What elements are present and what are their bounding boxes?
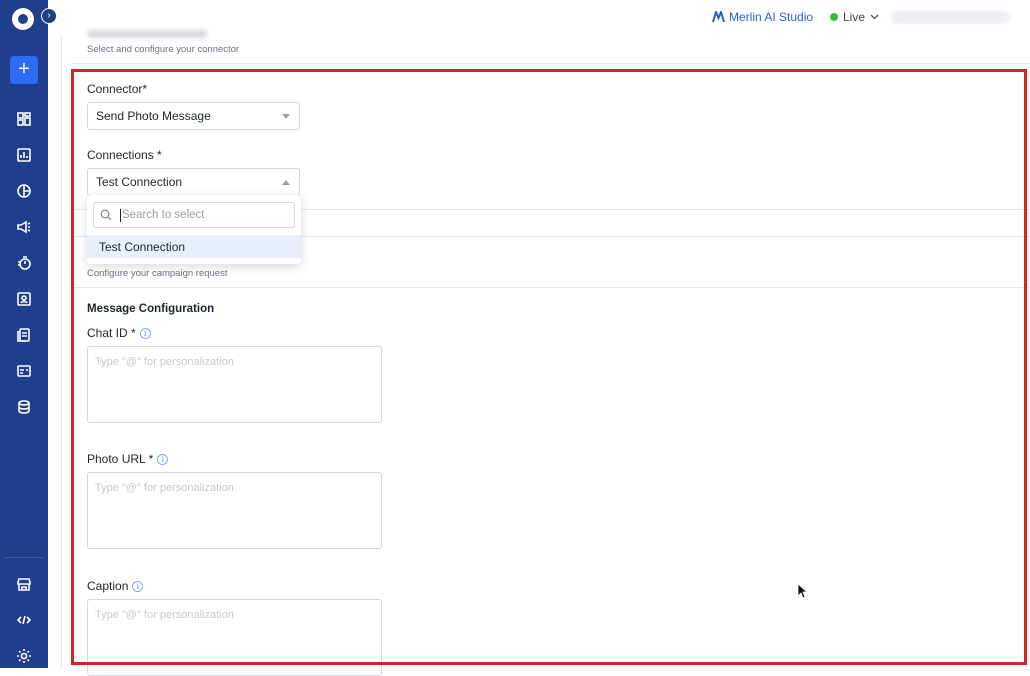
search-icon <box>100 209 112 221</box>
store-icon[interactable] <box>14 574 34 594</box>
analytics-icon[interactable] <box>14 145 34 165</box>
environment-selector[interactable]: Live <box>830 10 879 24</box>
merlin-logo-icon <box>712 11 725 23</box>
chevron-down-icon <box>870 14 879 20</box>
dashboard-icon[interactable] <box>14 109 34 129</box>
caption-label-text: Caption <box>87 579 129 593</box>
connections-dropdown: Search to select Test Connection <box>87 195 301 264</box>
info-icon[interactable]: i <box>157 453 169 465</box>
photo-url-label: Photo URL * i <box>87 452 169 466</box>
create-button[interactable]: + <box>10 56 38 84</box>
contacts-icon[interactable] <box>14 289 34 309</box>
code-icon[interactable] <box>14 610 34 630</box>
dropdown-search-input[interactable]: Search to select <box>93 202 295 228</box>
info-icon[interactable]: i <box>139 327 151 339</box>
content-rail <box>61 36 62 668</box>
chat-id-label-text: Chat ID * <box>87 326 136 340</box>
caption-label: Caption i <box>87 579 144 593</box>
caption-textarea[interactable]: Type "@" for personalization <box>87 599 382 676</box>
photo-url-textarea[interactable]: Type "@" for personalization <box>87 472 382 549</box>
sidebar: + <box>0 0 48 668</box>
database-icon[interactable] <box>14 397 34 417</box>
live-status-dot <box>830 13 838 21</box>
account-menu[interactable] <box>890 10 1010 24</box>
divider <box>72 287 1030 288</box>
section-title-faded <box>87 30 207 38</box>
timer-icon[interactable] <box>14 253 34 273</box>
connector-label: Connector* <box>87 82 147 96</box>
dropdown-search-placeholder: Search to select <box>122 209 205 221</box>
connections-select-value: Test Connection <box>96 175 183 189</box>
segments-icon[interactable] <box>14 181 34 201</box>
text-cursor <box>120 208 121 222</box>
mouse-pointer-icon <box>797 583 809 599</box>
templates-icon[interactable] <box>14 325 34 345</box>
dropdown-option[interactable]: Test Connection <box>87 235 301 258</box>
connections-label: Connections * <box>87 148 162 162</box>
connector-section-caption: Select and configure your connector <box>87 44 240 55</box>
connections-select[interactable]: Test Connection <box>87 168 300 196</box>
chat-id-label: Chat ID * i <box>87 326 151 340</box>
sidebar-divider <box>4 557 44 558</box>
connector-select-value: Send Photo Message <box>96 109 211 123</box>
campaigns-icon[interactable] <box>14 217 34 237</box>
forms-icon[interactable] <box>14 361 34 381</box>
settings-icon[interactable] <box>14 646 34 666</box>
request-section-caption: Configure your campaign request <box>87 268 228 279</box>
brand-name: Merlin AI Studio <box>729 10 814 24</box>
info-icon[interactable]: i <box>132 580 144 592</box>
brand-link[interactable]: Merlin AI Studio <box>712 10 813 24</box>
connector-select[interactable]: Send Photo Message <box>87 102 300 130</box>
environment-label: Live <box>843 10 866 24</box>
chat-id-textarea[interactable]: Type "@" for personalization <box>87 346 382 423</box>
sidebar-toggle-chevron-icon[interactable]: › <box>41 8 57 24</box>
connector-label-text: Connector* <box>87 82 148 96</box>
photo-url-label-text: Photo URL * <box>87 452 154 466</box>
divider <box>72 63 1030 64</box>
app-logo-icon[interactable] <box>12 8 34 30</box>
caret-down-icon <box>282 114 290 119</box>
connections-label-text: Connections * <box>87 148 162 162</box>
caret-up-icon <box>282 180 290 185</box>
message-configuration-title: Message Configuration <box>87 303 215 315</box>
